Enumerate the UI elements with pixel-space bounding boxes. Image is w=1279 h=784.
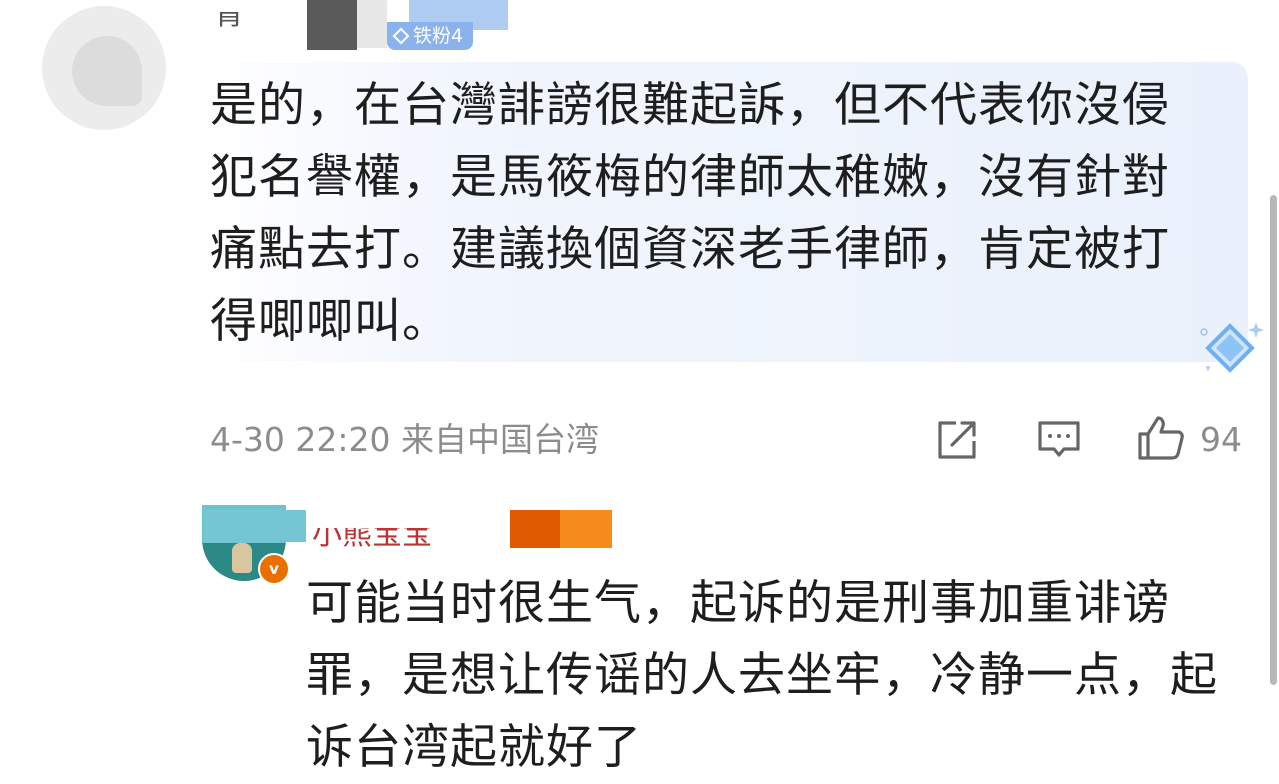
fan-level-badge: 铁粉4 (387, 22, 474, 50)
sparkle-diamond-icon (1200, 322, 1264, 373)
privacy-mask (204, 510, 306, 542)
share-icon[interactable] (934, 417, 980, 463)
thumbs-up-icon[interactable] (1136, 414, 1186, 464)
comment-text: 可能当时很生气，起诉的是刑事加重诽谤罪，是想让传谣的人去坐牢，冷静一点，起诉台湾… (306, 576, 1218, 775)
privacy-mask (560, 510, 612, 548)
comment-meta: 4-30 22:20 来自中国台湾 (210, 418, 599, 462)
verified-badge: v (258, 553, 290, 585)
privacy-mask (357, 0, 387, 48)
comment-icon[interactable] (1036, 417, 1082, 463)
username[interactable]: 小熊宝宝 (312, 528, 432, 552)
like-count: 94 (1200, 420, 1242, 459)
comment-text: 是的，在台灣誹謗很難起訴，但不代表你沒侵犯名譽權，是馬筱梅的律師太稚嫩，沒有針對… (210, 78, 1170, 349)
timestamp: 4-30 22:20 (210, 420, 391, 459)
diamond-icon (392, 27, 410, 45)
avatar[interactable] (42, 6, 166, 130)
fan-level-label: 铁粉4 (413, 25, 464, 47)
scrollbar[interactable] (1270, 195, 1277, 685)
privacy-mask (307, 0, 357, 50)
location: 来自中国台湾 (401, 420, 599, 459)
username[interactable]: 青 (214, 12, 244, 40)
